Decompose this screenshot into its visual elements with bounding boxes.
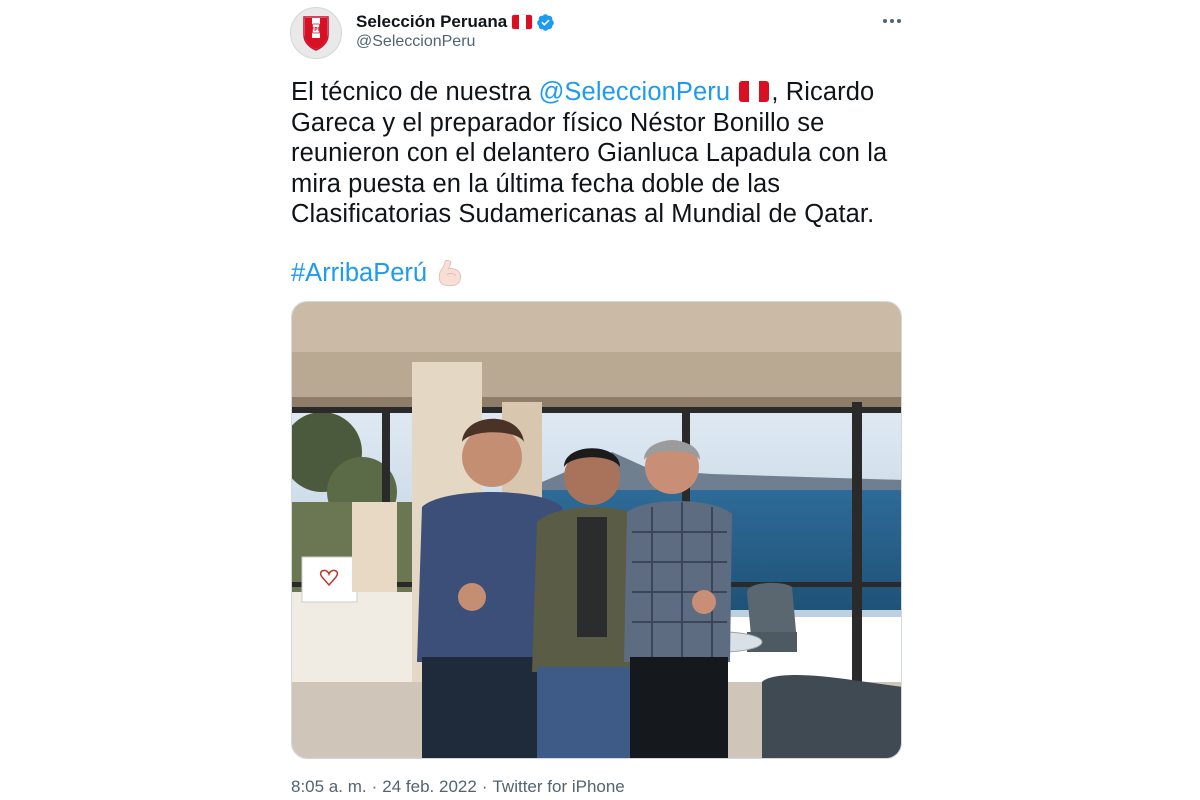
tweet-text-pre: El técnico de nuestra [291, 78, 539, 106]
display-name[interactable]: Selección Peruana [356, 12, 507, 32]
author-name-row[interactable]: Selección Peruana [356, 11, 555, 33]
meta-separator: · [371, 777, 378, 796]
tweet-photo[interactable] [291, 301, 902, 759]
tweet-text: El técnico de nuestra @SeleccionPeru , R… [291, 77, 891, 230]
peru-flag-icon [512, 15, 533, 29]
svg-text:FPF: FPF [311, 27, 322, 33]
mention-link[interactable]: @SeleccionPeru [538, 78, 730, 106]
hashtag-line: #ArribaPerú [291, 258, 465, 288]
peru-flag-icon [739, 81, 770, 102]
tweet-source[interactable]: Twitter for iPhone [492, 777, 624, 797]
photo-three-men-hotel-room [292, 302, 901, 758]
more-options-button[interactable] [876, 9, 908, 33]
tweet-meta: 8:05 a. m. · 24 feb. 2022 · Twitter for … [291, 777, 625, 797]
meta-separator: · [481, 777, 488, 796]
more-dots-icon [883, 19, 901, 23]
avatar[interactable]: FPF [290, 7, 342, 59]
tweet-time[interactable]: 8:05 a. m. [291, 777, 367, 797]
hashtag-link[interactable]: #ArribaPerú [291, 258, 427, 288]
flexed-biceps-icon [438, 260, 462, 287]
tweet-date[interactable]: 24 feb. 2022 [382, 777, 477, 797]
tweet-card: FPF Selección Peruana @SeleccionPeru El … [0, 0, 1200, 800]
verified-badge-icon [537, 13, 554, 31]
author-handle[interactable]: @SeleccionPeru [356, 33, 475, 51]
fpf-crest-icon: FPF [303, 16, 329, 51]
